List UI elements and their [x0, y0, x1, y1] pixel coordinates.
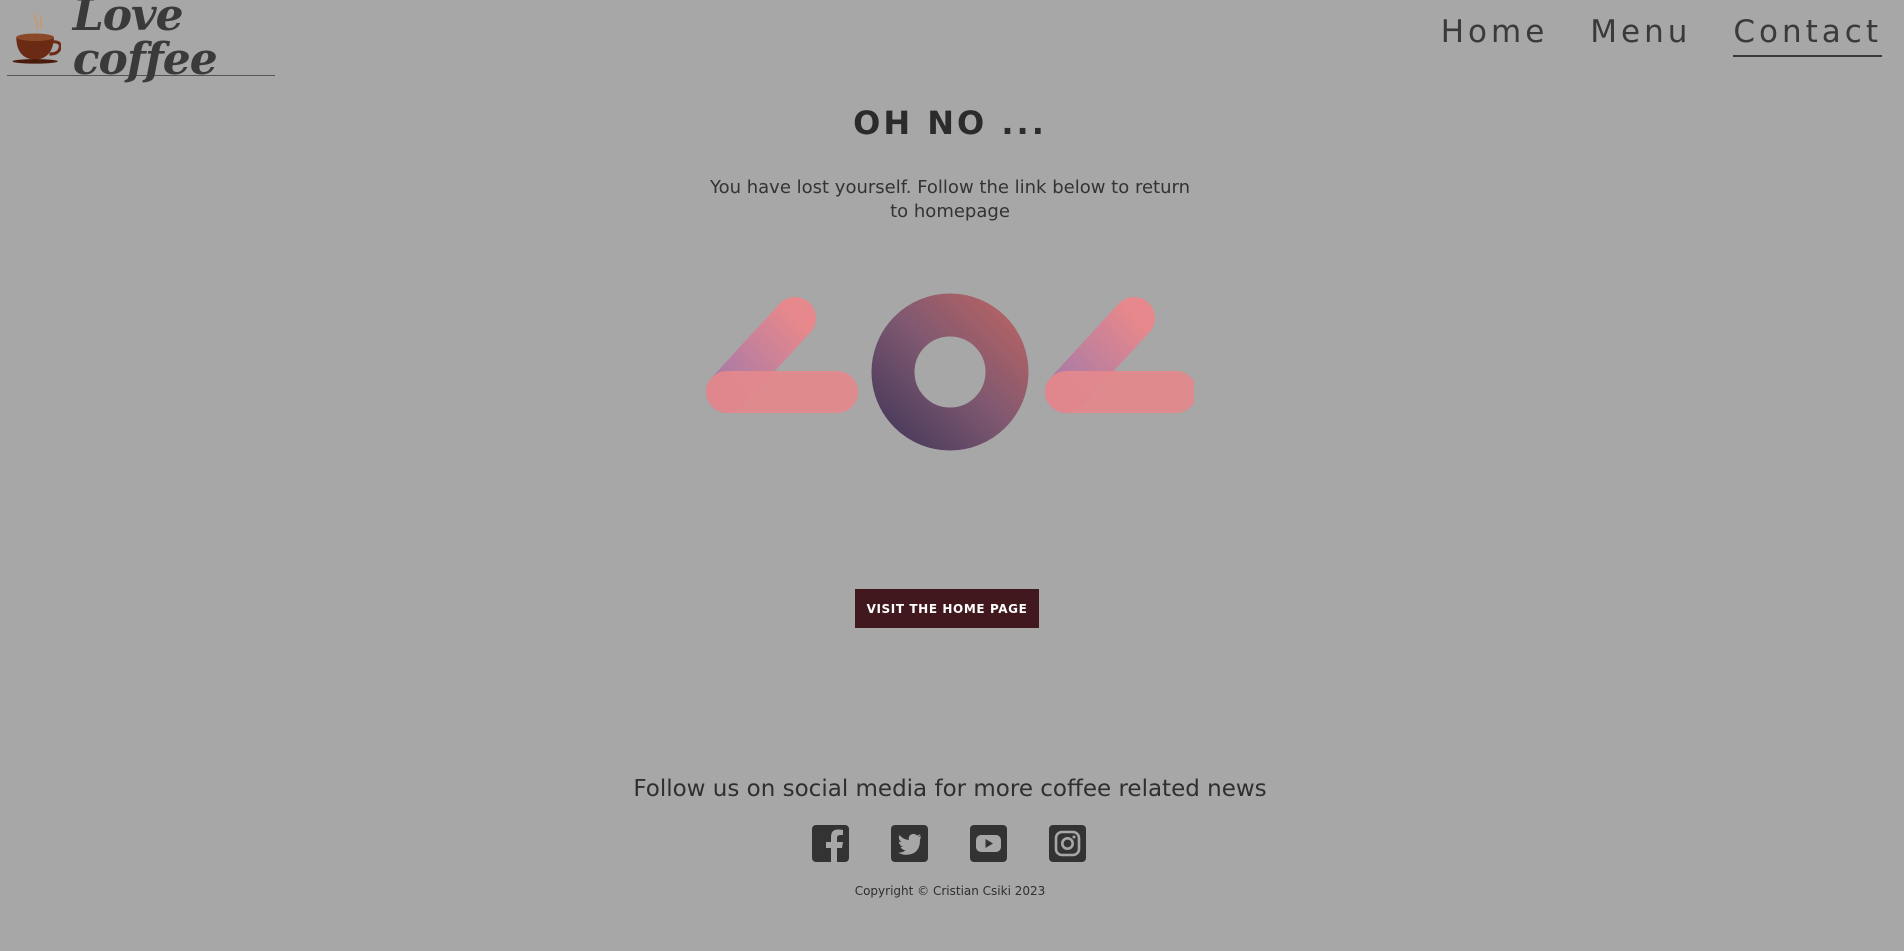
- coffee-cup-icon: [12, 13, 61, 64]
- digit-four-right: [1045, 297, 1194, 449]
- main-nav: Home Menu Contact: [1441, 14, 1882, 58]
- copyright-text: Copyright © Cristian Csiki 2023: [854, 884, 1046, 898]
- site-header: Love coffee Home Menu Contact: [0, 0, 1904, 81]
- nav-home[interactable]: Home: [1441, 14, 1549, 57]
- digit-four-left: [706, 297, 858, 449]
- twitter-icon[interactable]: [891, 825, 928, 862]
- page-title: OH NO ...: [853, 104, 1047, 142]
- social-links: [812, 825, 1086, 862]
- error-404-illustration: [706, 293, 1194, 451]
- social-follow-text: Follow us on social media for more coffe…: [633, 776, 1267, 802]
- instagram-icon[interactable]: [1049, 825, 1086, 862]
- youtube-icon[interactable]: [970, 825, 1007, 862]
- error-message: You have lost yourself. Follow the link …: [710, 177, 1190, 222]
- page: Love coffee Home Menu Contact OH NO ... …: [0, 0, 1904, 951]
- digit-zero: [871, 293, 1029, 451]
- logo-link[interactable]: Love coffee: [7, 0, 275, 81]
- facebook-icon[interactable]: [812, 825, 849, 862]
- visit-home-button[interactable]: VISIT THE HOME PAGE: [855, 589, 1039, 628]
- logo-text: Love coffee: [72, 0, 218, 85]
- nav-menu[interactable]: Menu: [1590, 14, 1691, 57]
- nav-contact[interactable]: Contact: [1733, 14, 1882, 58]
